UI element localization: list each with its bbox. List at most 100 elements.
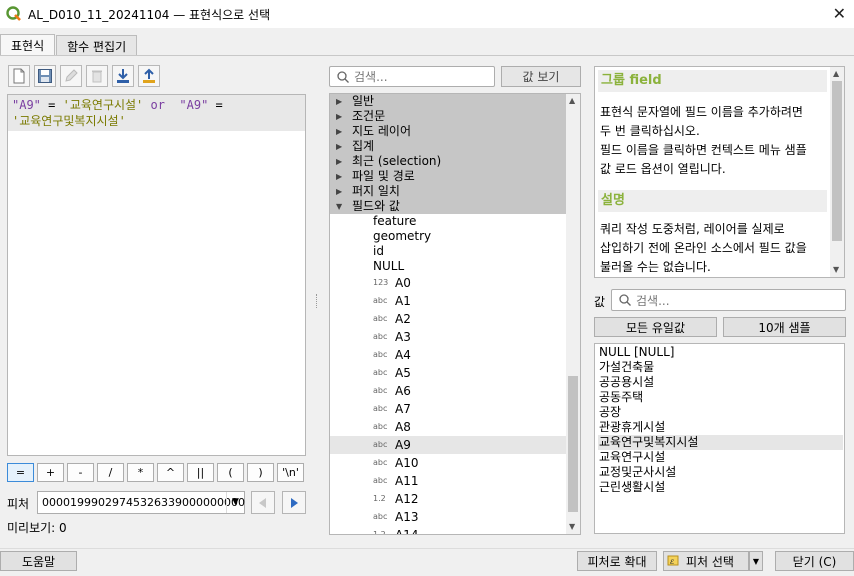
tree-group-fuzzy[interactable]: ▶ 퍼지 일치 — [330, 184, 566, 199]
expand-arrow-icon[interactable]: ▶ — [336, 94, 342, 109]
values-search-input[interactable]: 검색... — [611, 289, 846, 311]
list-item[interactable]: 교정및군사시설 — [598, 465, 843, 480]
tree-field-a9[interactable]: abc A9 — [330, 436, 566, 454]
tree-item-id[interactable]: id — [330, 244, 566, 259]
sample-10-button[interactable]: 10개 샘플 — [723, 317, 846, 337]
tree-field-a12[interactable]: 1.2 A12 — [330, 490, 566, 508]
tree-group-recent[interactable]: ▶ 최근 (selection) — [330, 154, 566, 169]
tree-field-a1[interactable]: abc A1 — [330, 292, 566, 310]
new-file-button[interactable] — [8, 65, 30, 87]
list-item[interactable]: 공공용시설 — [598, 375, 843, 390]
tree-field-a6[interactable]: abc A6 — [330, 382, 566, 400]
scrollbar-thumb[interactable] — [568, 376, 578, 512]
list-item[interactable]: NULL [NULL] — [598, 345, 843, 360]
previous-feature-button[interactable] — [251, 491, 275, 514]
export-button[interactable] — [138, 65, 160, 87]
op-divide-button[interactable]: / — [97, 463, 124, 482]
op-power-button[interactable]: ^ — [157, 463, 184, 482]
tree-field-a14[interactable]: 1.2 A14 — [330, 526, 566, 535]
values-list[interactable]: NULL [NULL] 가설건축물 공공용시설 공동주택 공장 관광휴게시설 교… — [594, 343, 845, 534]
tree-field-a0[interactable]: 123 A0 — [330, 274, 566, 292]
scroll-up-icon[interactable]: ▲ — [833, 69, 839, 78]
tree-field-a7[interactable]: abc A7 — [330, 400, 566, 418]
list-item[interactable]: 공장 — [598, 405, 843, 420]
expand-arrow-icon[interactable]: ▶ — [336, 139, 342, 154]
tree-field-a13[interactable]: abc A13 — [330, 508, 566, 526]
tree-group-fields-values[interactable]: ▼ 필드와 값 — [330, 199, 566, 214]
next-feature-button[interactable] — [282, 491, 306, 514]
close-button[interactable]: 닫기 (C) — [775, 551, 854, 571]
show-values-button[interactable]: 값 보기 — [501, 66, 581, 87]
function-tree[interactable]: ▶ 일반 ▶ 조건문 ▶ 지도 레이어 ▶ 집계 ▶ 최근 (selection) ▶ 파일… — [329, 93, 581, 535]
scroll-down-icon[interactable]: ▼ — [833, 265, 839, 274]
window-title: AL_D010_11_20241104 — 표현식으로 선택 — [28, 7, 271, 22]
function-search-input[interactable]: 검색... — [329, 66, 495, 87]
close-icon[interactable]: ✕ — [833, 4, 846, 23]
tree-field-a11[interactable]: abc A11 — [330, 472, 566, 490]
expand-arrow-icon[interactable]: ▶ — [336, 184, 342, 199]
tree-group-conditionals[interactable]: ▶ 조건문 — [330, 109, 566, 124]
tree-field-a3[interactable]: abc A3 — [330, 328, 566, 346]
list-item[interactable]: 관광휴게시설 — [598, 420, 843, 435]
scroll-down-icon[interactable]: ▼ — [569, 522, 575, 531]
string-type-icon: abc — [373, 332, 388, 341]
tree-item-feature[interactable]: feature — [330, 214, 566, 229]
chevron-down-icon[interactable]: ▼ — [226, 492, 244, 513]
expand-arrow-icon[interactable]: ▶ — [336, 109, 342, 124]
edit-button[interactable] — [60, 65, 82, 87]
tree-field-a8[interactable]: abc A8 — [330, 418, 566, 436]
tree-field-a10[interactable]: abc A10 — [330, 454, 566, 472]
tab-function-editor[interactable]: 함수 편집기 — [56, 35, 138, 56]
expand-arrow-icon[interactable]: ▶ — [336, 169, 342, 184]
import-button[interactable] — [112, 65, 134, 87]
collapse-arrow-icon[interactable]: ▼ — [336, 199, 342, 214]
help-panel: 그룹 field 표현식 문자열에 필드 이름을 추가하려면 두 번 클릭하십시… — [594, 66, 845, 278]
op-equals-button[interactable]: = — [7, 463, 34, 482]
op-multiply-button[interactable]: * — [127, 463, 154, 482]
help-scrollbar[interactable]: ▲ ▼ — [830, 67, 844, 277]
splitter-handle[interactable] — [316, 294, 318, 308]
feature-label: 피처 — [7, 497, 30, 511]
tree-field-a2[interactable]: abc A2 — [330, 310, 566, 328]
list-item[interactable]: 교육연구및복지시설 — [598, 435, 843, 450]
expand-arrow-icon[interactable]: ▶ — [336, 154, 342, 169]
select-features-button[interactable]: ε 피처 선택 — [663, 551, 749, 571]
tree-item-geometry[interactable]: geometry — [330, 229, 566, 244]
tree-field-a4[interactable]: abc A4 — [330, 346, 566, 364]
tree-scrollbar[interactable]: ▲ ▼ — [566, 94, 580, 534]
string-type-icon: abc — [373, 440, 388, 449]
decimal-type-icon: 1.2 — [373, 530, 386, 535]
scroll-up-icon[interactable]: ▲ — [569, 96, 575, 105]
upload-icon — [143, 68, 155, 83]
all-unique-button[interactable]: 모든 유일값 — [594, 317, 717, 337]
list-item[interactable]: 가설건축물 — [598, 360, 843, 375]
save-button[interactable] — [34, 65, 56, 87]
scrollbar-thumb[interactable] — [832, 81, 842, 241]
op-open-paren-button[interactable]: ( — [217, 463, 244, 482]
op-minus-button[interactable]: - — [67, 463, 94, 482]
expression-editor[interactable]: "A9" = '교육연구시설' or "A9" = '교육연구및복지시설' — [7, 94, 306, 456]
select-features-dropdown[interactable]: ▼ — [749, 551, 763, 571]
tree-item-null[interactable]: NULL — [330, 259, 566, 274]
tree-group-general[interactable]: ▶ 일반 — [330, 94, 566, 109]
op-plus-button[interactable]: + — [37, 463, 64, 482]
qgis-logo-icon — [6, 6, 21, 21]
list-item[interactable]: 공동주택 — [598, 390, 843, 405]
tree-group-aggregates[interactable]: ▶ 집계 — [330, 139, 566, 154]
zoom-to-features-button[interactable]: 피처로 확대 — [577, 551, 657, 571]
tree-field-a5[interactable]: abc A5 — [330, 364, 566, 382]
expand-arrow-icon[interactable]: ▶ — [336, 124, 342, 139]
expression-code: "A9" = '교육연구시설' or "A9" = '교육연구및복지시설' — [12, 97, 223, 129]
integer-type-icon: 123 — [373, 278, 389, 287]
list-item[interactable]: 근린생활시설 — [598, 480, 843, 495]
feature-combo[interactable]: 00001999029745326339000000000 ▼ — [37, 491, 245, 514]
help-button[interactable]: 도움말 — [0, 551, 77, 571]
tab-expression[interactable]: 표현식 — [0, 34, 56, 56]
tree-group-map-layers[interactable]: ▶ 지도 레이어 — [330, 124, 566, 139]
op-close-paren-button[interactable]: ) — [247, 463, 274, 482]
delete-button[interactable] — [86, 65, 108, 87]
op-concat-button[interactable]: || — [187, 463, 214, 482]
list-item[interactable]: 교육연구시설 — [598, 450, 843, 465]
tree-group-files-paths[interactable]: ▶ 파일 및 경로 — [330, 169, 566, 184]
op-newline-button[interactable]: '\n' — [277, 463, 304, 482]
